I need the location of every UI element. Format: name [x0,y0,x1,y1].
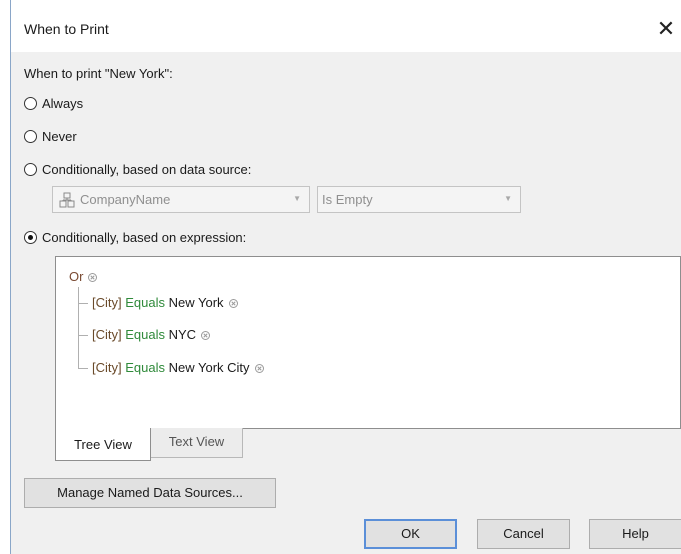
condition-field[interactable]: [City] [92,360,122,375]
tab-text-view[interactable]: Text View [151,428,243,458]
radio-conditional-datasource-label: Conditionally, based on data source: [42,162,252,177]
radio-conditional-datasource-circle[interactable] [24,163,37,176]
condition-row[interactable]: [City] Equals NYC [92,327,211,342]
ok-button[interactable]: OK [364,519,457,549]
condition-operator[interactable]: Equals [125,360,165,375]
remove-condition-icon[interactable] [228,299,238,309]
group-operator[interactable]: Or [69,269,98,284]
condition-operator[interactable]: Equals [125,295,165,310]
add-condition-icon[interactable] [88,273,98,283]
dialog-title: When to Print [24,21,109,37]
remove-condition-icon[interactable] [254,364,264,374]
condition-row[interactable]: [City] Equals New York [92,295,238,310]
cancel-button[interactable]: Cancel [477,519,570,549]
tree-connector [78,368,88,369]
condition-value[interactable]: New York City [169,360,250,375]
condition-value[interactable]: New York [169,295,224,310]
radio-conditional-expression-circle[interactable] [24,231,37,244]
datasource-field-value: CompanyName [80,192,171,207]
print-prompt-label: When to print "New York": [24,66,173,81]
radio-never[interactable]: Never [24,129,77,144]
tree-connector [78,287,79,369]
database-table-icon [59,192,75,207]
help-button[interactable]: Help [589,519,681,549]
radio-conditional-datasource[interactable]: Conditionally, based on data source: [24,162,251,177]
radio-conditional-expression[interactable]: Conditionally, based on expression: [24,230,246,245]
datasource-operator-combo[interactable]: Is Empty ▼ [317,186,521,213]
title-bar: When to Print ✕ [11,0,681,52]
tree-connector [78,303,88,304]
when-to-print-dialog: When to Print ✕ When to print "New York"… [10,0,681,554]
datasource-field-combo[interactable]: CompanyName ▼ [52,186,310,213]
datasource-operator-value: Is Empty [322,192,373,207]
radio-never-label: Never [42,129,77,144]
chevron-down-icon: ▼ [504,194,512,203]
radio-conditional-expression-label: Conditionally, based on expression: [42,230,247,245]
manage-named-data-sources-button[interactable]: Manage Named Data Sources... [24,478,276,508]
remove-condition-icon[interactable] [201,331,211,341]
tab-tree-view[interactable]: Tree View [55,428,151,461]
tree-connector [78,335,88,336]
radio-always[interactable]: Always [24,96,83,111]
condition-field[interactable]: [City] [92,295,122,310]
condition-operator[interactable]: Equals [125,327,165,342]
condition-field[interactable]: [City] [92,327,122,342]
close-button[interactable]: ✕ [651,14,681,44]
expression-tree-panel[interactable]: Or [City] Equals New York [City] Equals … [55,256,681,429]
radio-always-circle[interactable] [24,97,37,110]
radio-always-label: Always [42,96,84,111]
condition-value[interactable]: NYC [169,327,196,342]
condition-row[interactable]: [City] Equals New York City [92,360,264,375]
radio-never-circle[interactable] [24,130,37,143]
group-operator-label: Or [69,269,84,284]
chevron-down-icon: ▼ [293,194,301,203]
